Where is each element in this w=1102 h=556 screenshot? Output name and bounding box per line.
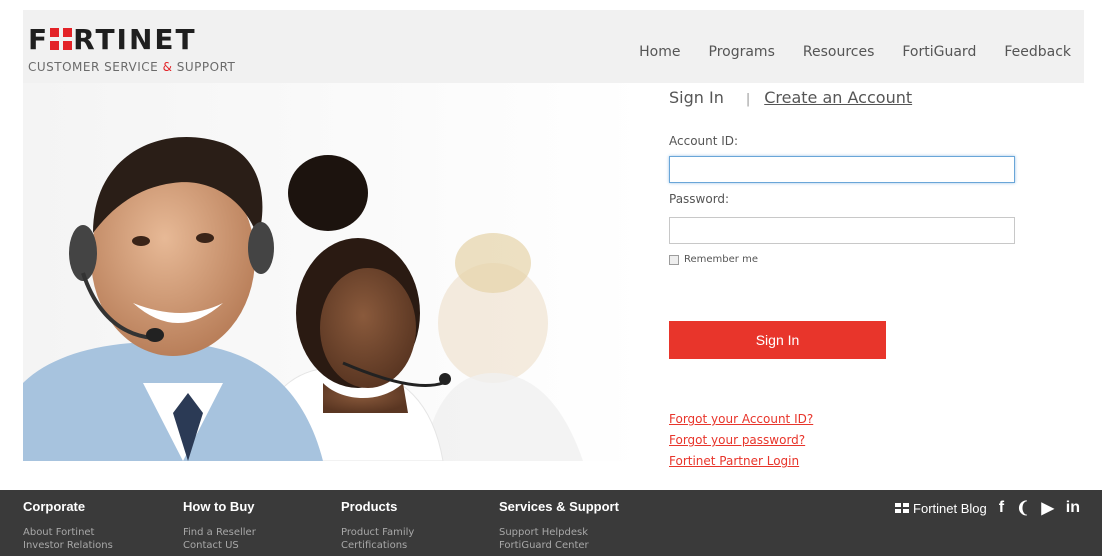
footer-link[interactable]: About Fortinet (23, 526, 113, 539)
logo-tagline: CUSTOMER SERVICE & SUPPORT (28, 60, 235, 74)
site-header: F RTINET CUSTOMER SERVICE & SUPPORT Home … (23, 10, 1084, 83)
footer-link[interactable]: Support Helpdesk (499, 526, 619, 539)
tagline-ampersand: & (162, 60, 173, 74)
footer-link[interactable]: Find a Reseller (183, 526, 256, 539)
logo-mark-icon (50, 28, 73, 50)
fortinet-logo[interactable]: F RTINET (28, 26, 197, 54)
nav-fortiguard[interactable]: FortiGuard (902, 44, 976, 60)
signin-panel: Sign In | Create an Account Account ID: … (669, 88, 1029, 468)
footer-col-how-to-buy: How to Buy Find a Reseller Contact US (183, 499, 256, 552)
remember-me-label: Remember me (684, 254, 758, 265)
password-label: Password: (669, 192, 730, 206)
hero-image (23, 83, 645, 461)
fortinet-blog-icon (895, 503, 910, 513)
logo-letter-f: F (28, 23, 50, 56)
main-nav: Home Programs Resources FortiGuard Feedb… (611, 44, 1071, 60)
remember-me[interactable]: Remember me (669, 254, 758, 265)
tab-create-account[interactable]: Create an Account (764, 88, 912, 107)
logo-rest: RTINET (73, 23, 197, 56)
account-id-input[interactable] (669, 156, 1015, 183)
tab-separator: | (745, 92, 751, 107)
site-footer: Corporate About Fortinet Investor Relati… (0, 490, 1102, 556)
facebook-icon[interactable]: f (999, 499, 1004, 517)
footer-heading: Corporate (23, 499, 86, 514)
footer-link[interactable]: FortiGuard Center (499, 539, 619, 552)
nav-feedback[interactable]: Feedback (1004, 44, 1071, 60)
footer-heading: Services & Support (499, 499, 619, 514)
partner-login-link[interactable]: Fortinet Partner Login (669, 454, 813, 468)
sign-in-button[interactable]: Sign In (669, 321, 886, 359)
social-links: Fortinet Blog f ❨ ▶ in (895, 498, 1080, 518)
footer-link[interactable]: Product Family (341, 526, 414, 539)
footer-col-products: Products Product Family Certifications (341, 499, 414, 552)
nav-home[interactable]: Home (639, 44, 680, 60)
nav-programs[interactable]: Programs (709, 44, 775, 60)
footer-link[interactable]: Certifications (341, 539, 414, 552)
footer-link[interactable]: Contact US (183, 539, 256, 552)
youtube-icon[interactable]: ▶ (1041, 498, 1053, 518)
twitter-icon[interactable]: ❨ (1016, 498, 1029, 518)
tagline-part-b: SUPPORT (176, 60, 236, 74)
forgot-password-link[interactable]: Forgot your password? (669, 433, 813, 447)
linkedin-icon[interactable]: in (1066, 499, 1080, 517)
tab-sign-in[interactable]: Sign In (669, 88, 724, 107)
tagline-part-a: CUSTOMER SERVICE (28, 60, 159, 74)
password-input[interactable] (669, 217, 1015, 244)
remember-me-checkbox[interactable] (669, 254, 679, 265)
footer-heading: Products (341, 499, 398, 514)
account-id-label: Account ID: (669, 134, 739, 148)
signin-tabs: Sign In | Create an Account (669, 88, 1029, 107)
nav-resources[interactable]: Resources (803, 44, 875, 60)
footer-heading: How to Buy (183, 499, 255, 514)
support-agents-illustration (23, 83, 645, 461)
footer-col-services-support: Services & Support Support Helpdesk Fort… (499, 499, 619, 552)
forgot-account-id-link[interactable]: Forgot your Account ID? (669, 412, 813, 426)
footer-link[interactable]: Investor Relations (23, 539, 113, 552)
footer-col-corporate: Corporate About Fortinet Investor Relati… (23, 499, 113, 552)
help-links: Forgot your Account ID? Forgot your pass… (669, 412, 813, 475)
fortinet-blog-link[interactable]: Fortinet Blog (913, 501, 987, 516)
